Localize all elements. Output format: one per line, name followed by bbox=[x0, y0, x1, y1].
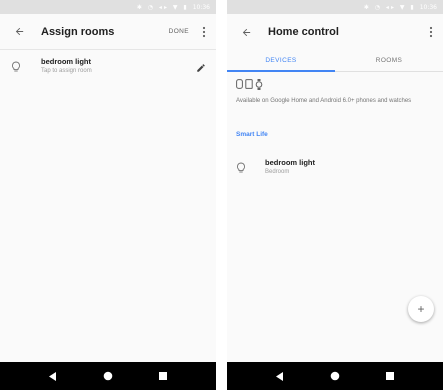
recents-square-icon[interactable] bbox=[156, 369, 170, 383]
phone-icon bbox=[245, 79, 253, 89]
speaker-icon bbox=[236, 79, 243, 89]
status-bar: ✱ ◔ ◂▸ ▼ ▮ 10:36 bbox=[0, 0, 216, 14]
device-room: Bedroom bbox=[265, 169, 290, 175]
tab-rooms[interactable]: ROOMS bbox=[335, 50, 443, 71]
more-vert-icon[interactable] bbox=[199, 23, 209, 41]
device-subtitle: Tap to assign room bbox=[41, 68, 92, 74]
status-bar: ✱ ◔ ◂▸ ▼ ▮ 10:36 bbox=[227, 0, 443, 14]
assign-rooms-screen: ✱ ◔ ◂▸ ▼ ▮ 10:36 Assign rooms DONE bedro… bbox=[0, 0, 216, 390]
availability-text: Available on Google Home and Android 6.0… bbox=[236, 98, 412, 104]
app-bar: Assign rooms DONE bbox=[0, 14, 216, 50]
home-circle-icon[interactable] bbox=[328, 369, 342, 383]
text-cursor bbox=[211, 377, 212, 387]
device-name: bedroom light bbox=[41, 57, 91, 66]
watch-icon bbox=[255, 79, 263, 90]
pencil-icon[interactable] bbox=[196, 60, 206, 72]
lightbulb-icon bbox=[236, 161, 246, 173]
section-title: Smart Life bbox=[236, 131, 268, 138]
status-icons: ✱ ◔ ◂▸ ▼ ▮ bbox=[363, 3, 416, 11]
home-control-screen: ✱ ◔ ◂▸ ▼ ▮ 10:36 Home control DEVICES RO… bbox=[227, 0, 443, 390]
page-title: Home control bbox=[268, 26, 339, 38]
home-circle-icon[interactable] bbox=[101, 369, 115, 383]
status-time: 10:36 bbox=[419, 3, 437, 11]
tab-devices[interactable]: DEVICES bbox=[227, 50, 335, 72]
lightbulb-icon bbox=[11, 60, 21, 72]
status-icons: ✱ ◔ ◂▸ ▼ ▮ bbox=[136, 3, 189, 11]
status-time: 10:36 bbox=[192, 3, 210, 11]
system-nav-bar bbox=[0, 362, 216, 390]
arrow-back-icon[interactable] bbox=[10, 23, 28, 41]
device-types-icons bbox=[236, 79, 263, 90]
page-title: Assign rooms bbox=[41, 25, 115, 38]
system-nav-bar bbox=[227, 362, 443, 390]
arrow-back-icon[interactable] bbox=[237, 23, 255, 41]
recents-square-icon[interactable] bbox=[383, 369, 397, 383]
add-device-button[interactable]: + bbox=[408, 296, 434, 322]
back-triangle-icon[interactable] bbox=[46, 369, 60, 383]
tab-bar: DEVICES ROOMS bbox=[227, 50, 443, 72]
done-button[interactable]: DONE bbox=[169, 28, 189, 35]
more-vert-icon[interactable] bbox=[426, 23, 436, 41]
device-name: bedroom light bbox=[265, 158, 315, 167]
device-list-item[interactable]: bedroom light Tap to assign room bbox=[0, 57, 216, 83]
device-list-item[interactable]: bedroom light Bedroom bbox=[227, 156, 443, 182]
app-bar: Home control bbox=[227, 14, 443, 50]
back-triangle-icon[interactable] bbox=[273, 369, 287, 383]
